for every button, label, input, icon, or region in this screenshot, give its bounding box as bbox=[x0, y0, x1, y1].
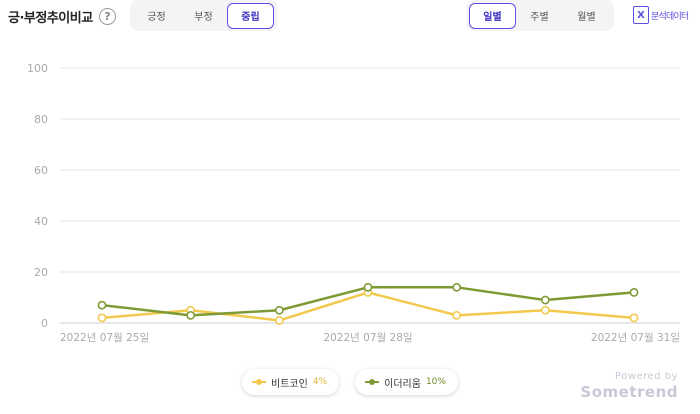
powered-by-text: Powered by bbox=[615, 371, 678, 382]
data-point-1-0 bbox=[97, 300, 107, 310]
x-tick-label-3: 2022년 07월 28일 bbox=[323, 331, 412, 344]
legend-marker-bitcoin bbox=[252, 378, 267, 386]
x-axis: 2022년 07월 25일 2022년 07월 28일 2022년 07월 31일 bbox=[60, 331, 680, 344]
data-point-0-5 bbox=[540, 305, 550, 315]
data-point-1-4 bbox=[452, 282, 462, 292]
powered-by-branding: Powered by Sometrend bbox=[580, 372, 678, 400]
data-point-1-6 bbox=[629, 287, 639, 297]
data-point-1-5 bbox=[540, 295, 550, 305]
legend-item-ethereum[interactable]: 이더리움 10% bbox=[355, 369, 458, 395]
y-tick-label-80: 80 bbox=[34, 113, 48, 126]
chart-series bbox=[97, 282, 639, 325]
y-axis: 0 20 40 60 80 100 bbox=[27, 62, 48, 330]
trend-line-chart: 020406080100 2022년 07월 25일 2022년 07월 28일 2… bbox=[27, 62, 680, 344]
y-tick-label-60: 60 bbox=[34, 164, 48, 177]
legend-share-bitcoin: 4% bbox=[312, 377, 328, 387]
data-point-0-6 bbox=[629, 313, 639, 323]
legend-marker-ethereum bbox=[365, 378, 380, 386]
legend-share-ethereum: 10% bbox=[425, 377, 446, 387]
legend-label-bitcoin: 비트코인 bbox=[271, 378, 308, 390]
y-tick-label-20: 20 bbox=[34, 266, 48, 279]
data-point-0-2 bbox=[274, 316, 284, 325]
y-tick-label-40: 40 bbox=[34, 215, 48, 228]
data-point-1-2 bbox=[274, 305, 284, 315]
brand-logo: Sometrend bbox=[580, 383, 678, 401]
x-tick-label-6: 2022년 07월 31일 bbox=[591, 331, 680, 344]
y-tick-label-0: 0 bbox=[41, 317, 48, 330]
legend-item-bitcoin[interactable]: 비트코인 4% bbox=[242, 369, 340, 395]
legend-label-ethereum: 이더리움 bbox=[384, 378, 421, 390]
y-tick-label-100: 100 bbox=[27, 62, 48, 75]
data-point-1-3 bbox=[363, 282, 373, 292]
x-tick-label-0: 2022년 07월 25일 bbox=[60, 331, 149, 344]
data-point-0-0 bbox=[97, 313, 107, 323]
data-point-0-4 bbox=[452, 310, 462, 320]
data-point-1-1 bbox=[186, 310, 196, 320]
